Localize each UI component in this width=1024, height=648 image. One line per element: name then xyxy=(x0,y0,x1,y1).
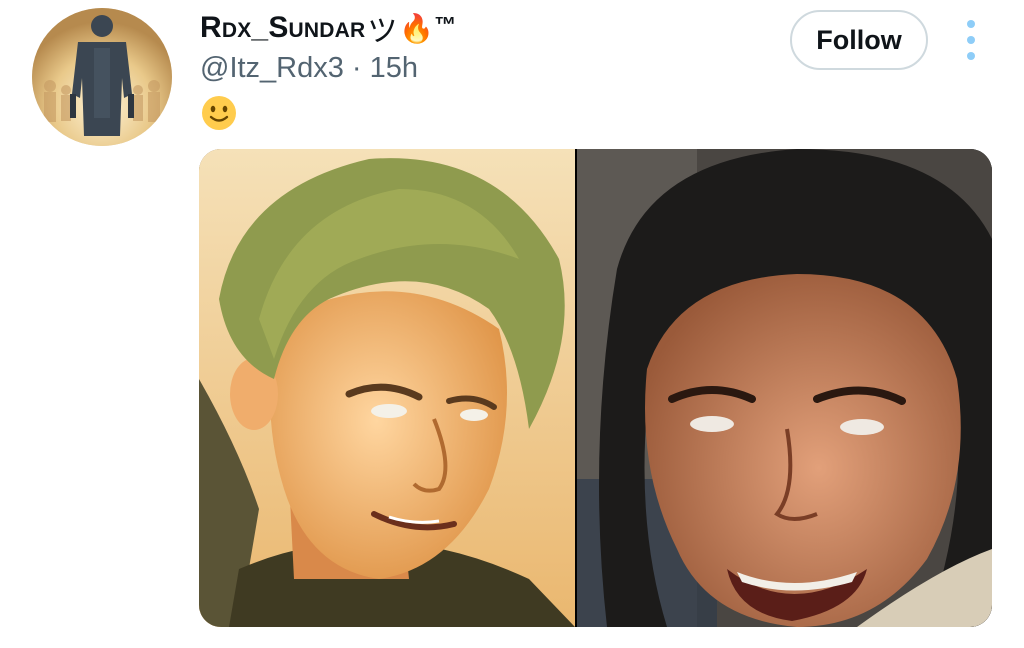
author-meta-row: @Itz_Rdx3 · 15h xyxy=(200,52,456,85)
more-dot xyxy=(967,36,975,44)
meta-separator: · xyxy=(351,52,362,84)
author-handle[interactable]: @Itz_Rdx3 xyxy=(200,52,344,85)
trademark-symbol: ™ xyxy=(434,12,457,37)
follow-button[interactable]: Follow xyxy=(790,10,928,70)
tweet-text: 🙂 xyxy=(200,94,238,137)
more-dot xyxy=(967,52,975,60)
tweet-media[interactable] xyxy=(199,149,992,627)
more-dot xyxy=(967,20,975,28)
woman-portrait-image xyxy=(577,149,992,627)
media-image-left[interactable] xyxy=(199,149,575,627)
avatar[interactable] xyxy=(32,8,172,146)
post-time[interactable]: 15h xyxy=(370,52,418,85)
author-display-name[interactable]: Rdx_Sundar xyxy=(200,11,365,45)
author-name-row[interactable]: Rdx_Sundar ツ 🔥 ™ xyxy=(200,8,456,48)
media-image-right[interactable] xyxy=(577,149,992,627)
avatar-photo xyxy=(32,8,172,146)
slightly-smiling-face-icon xyxy=(202,96,236,130)
fire-emoji-icon: 🔥 xyxy=(399,12,435,44)
tweet-header: Rdx_Sundar ツ 🔥 ™ @Itz_Rdx3 · 15h xyxy=(200,8,456,85)
more-dots-icon[interactable] xyxy=(958,20,984,60)
author-name-suffix: ツ xyxy=(367,15,398,48)
man-portrait-image xyxy=(199,149,575,627)
